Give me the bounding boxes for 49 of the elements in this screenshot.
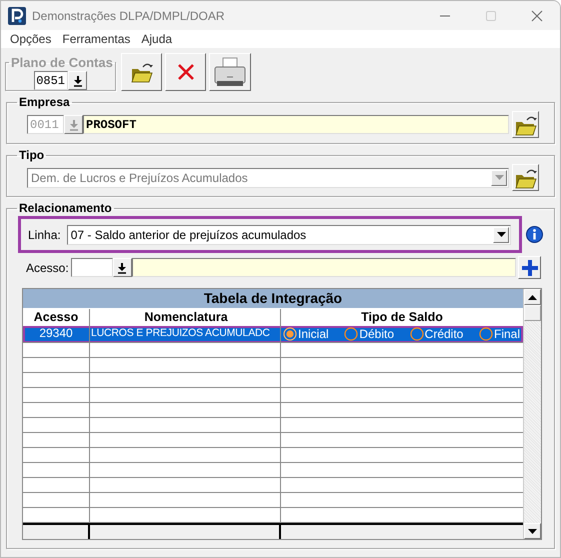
radio-option[interactable]: Crédito bbox=[410, 326, 464, 342]
app-logo-icon bbox=[8, 6, 26, 24]
code-field: 0011 bbox=[27, 115, 64, 134]
caret-icon bbox=[496, 232, 506, 237]
printer-icon bbox=[213, 57, 247, 87]
open-button[interactable] bbox=[512, 111, 539, 138]
input-field[interactable]: 0851 bbox=[34, 71, 68, 90]
column-header: Tipo de Saldo bbox=[360, 309, 444, 326]
footer-cell bbox=[23, 523, 90, 539]
radio-option[interactable]: Final bbox=[478, 326, 520, 342]
field-label: Linha: bbox=[28, 228, 61, 242]
scroll-up-button[interactable] bbox=[524, 289, 541, 305]
table-cell: 29340 bbox=[23, 326, 90, 343]
print-button[interactable] bbox=[209, 53, 251, 91]
caret-icon bbox=[528, 294, 537, 300]
menu-item[interactable]: Ferramentas bbox=[62, 32, 130, 46]
cross-icon bbox=[176, 63, 194, 81]
menu-item[interactable]: Ajuda bbox=[141, 32, 172, 46]
close-icon bbox=[531, 10, 543, 22]
delete-button[interactable] bbox=[165, 53, 206, 91]
scroll-thumb[interactable] bbox=[524, 305, 541, 321]
group-label: Relacionamento bbox=[18, 201, 113, 215]
plus-icon bbox=[520, 258, 538, 276]
lookup-button[interactable] bbox=[112, 258, 132, 277]
open-button[interactable] bbox=[512, 164, 539, 191]
caret-icon bbox=[528, 528, 537, 534]
add-button[interactable] bbox=[518, 256, 541, 279]
table-title: Tabela de Integração bbox=[23, 289, 523, 309]
radio-option[interactable]: Débito bbox=[344, 326, 394, 342]
group-label: Plano de Contas bbox=[10, 55, 114, 70]
scroll-down-button[interactable] bbox=[524, 523, 541, 539]
info-icon bbox=[526, 226, 543, 243]
menu-item[interactable]: Opções bbox=[10, 32, 52, 46]
description-field[interactable] bbox=[132, 258, 516, 277]
input-field[interactable] bbox=[70, 258, 113, 277]
group-label: Empresa bbox=[18, 95, 71, 109]
folder-icon bbox=[130, 61, 154, 83]
lookup-button[interactable] bbox=[68, 71, 87, 90]
maximize-icon bbox=[485, 10, 497, 22]
field-label: Acesso: bbox=[26, 260, 69, 274]
group-label: Tipo bbox=[18, 148, 46, 162]
radio-option[interactable]: Inicial bbox=[283, 326, 329, 342]
table-cell: LUCROS E PREJUIZOS ACUMULADC bbox=[90, 326, 281, 343]
selected-row[interactable]: 29340 LUCROS E PREJUIZOS ACUMULADC Inicial Débito Crédito Final bbox=[23, 326, 523, 343]
scrollbar[interactable] bbox=[523, 289, 541, 539]
caret-icon bbox=[494, 175, 504, 180]
open-button[interactable] bbox=[121, 53, 162, 91]
window-title: Demonstrações DLPA/DMPL/DOAR bbox=[32, 8, 225, 22]
line-dropdown[interactable]: 07 - Saldo anterior de prejuízos acumulados bbox=[66, 224, 511, 244]
